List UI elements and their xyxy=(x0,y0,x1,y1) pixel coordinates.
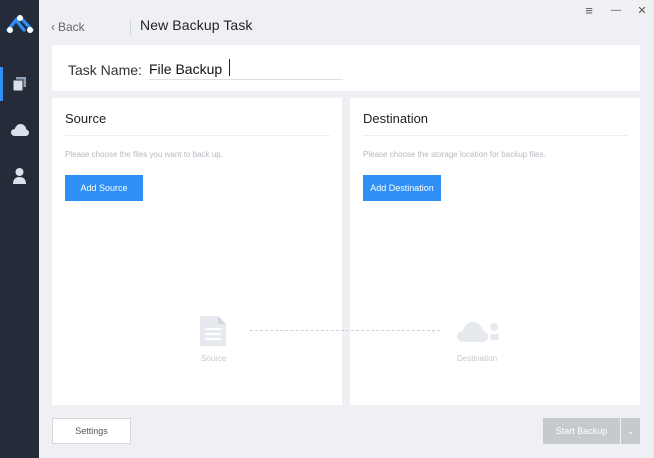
source-hint: Please choose the files you want to back… xyxy=(65,150,223,159)
page-title: New Backup Task xyxy=(140,17,253,33)
source-divider xyxy=(65,135,330,136)
task-name-input[interactable] xyxy=(149,58,343,80)
destination-title: Destination xyxy=(363,111,429,126)
copy-icon xyxy=(13,77,26,91)
text-caret xyxy=(229,59,230,76)
start-backup-button[interactable]: Start Backup xyxy=(543,418,620,444)
minimize-icon[interactable]: — xyxy=(608,2,624,18)
chevron-left-icon: ‹ xyxy=(51,20,55,34)
sidebar-item-cloud[interactable] xyxy=(0,113,39,147)
chevron-down-icon: ⌄ xyxy=(626,425,635,436)
sidebar-item-backup[interactable] xyxy=(0,67,39,101)
destination-hint: Please choose the storage location for b… xyxy=(363,150,546,159)
destination-divider xyxy=(363,135,628,136)
destination-panel: Destination Please choose the storage lo… xyxy=(350,98,640,405)
cloud-icon xyxy=(10,124,29,136)
app-logo-icon xyxy=(6,15,34,33)
title-divider xyxy=(130,19,131,35)
sidebar xyxy=(0,0,39,458)
settings-button[interactable]: Settings xyxy=(52,418,131,444)
task-name-label: Task Name: xyxy=(68,62,142,78)
add-destination-button[interactable]: Add Destination xyxy=(363,175,441,201)
source-title: Source xyxy=(65,111,107,126)
close-icon[interactable]: ✕ xyxy=(634,2,650,18)
back-button[interactable]: ‹ Back xyxy=(51,20,85,34)
task-name-card: Task Name: xyxy=(52,45,640,91)
menu-icon[interactable]: ≡ xyxy=(581,2,597,18)
user-icon xyxy=(13,168,26,184)
start-backup-dropdown[interactable]: ⌄ xyxy=(621,418,640,444)
sidebar-item-account[interactable] xyxy=(0,159,39,193)
main-area: ≡ — ✕ ‹ Back New Backup Task Task Name: … xyxy=(39,0,654,458)
back-label: Back xyxy=(58,20,85,34)
add-source-button[interactable]: Add Source xyxy=(65,175,143,201)
source-panel: Source Please choose the files you want … xyxy=(52,98,342,405)
